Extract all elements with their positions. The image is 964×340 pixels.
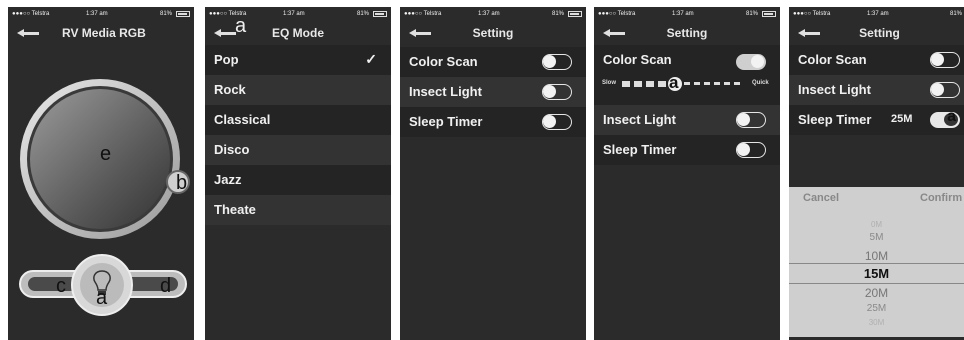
back-arrow-icon[interactable] [16,28,40,38]
page-title: Setting [472,26,514,40]
battery-icon [762,11,776,17]
color-scan-toggle[interactable] [736,54,766,70]
time-label: 1:37 am [478,11,500,17]
battery-label: 81% [356,11,369,17]
page-title: Setting [666,26,708,40]
setting-sleep-timer: Sleep Timer [594,135,780,165]
time-label: 1:37 am [867,11,889,17]
eq-item-rock[interactable]: Rock [205,75,391,105]
timer-picker: Cancel Confirm 0M 5M 10M 15M 20M 25M 30M [789,187,964,337]
carrier-label: ●●●○○ Telstra [12,11,50,17]
setting-sleep-timer: Sleep Timer 25M a [789,105,964,135]
annotation-d: d [160,275,172,297]
status-bar: ●●●○○ Telstra 1:37 am 81% [789,7,964,21]
picker-option[interactable]: 10M [789,249,964,263]
sleep-timer-toggle[interactable] [542,114,572,130]
setting-insect-light: Insect Light [789,75,964,105]
battery-icon [176,11,190,17]
sleep-timer-toggle[interactable] [736,142,766,158]
time-label: 1:37 am [86,11,108,17]
status-bar: ●●●○○ Telstra 1:37 am 81% [8,7,194,21]
annotation-c: c [56,275,66,297]
eq-mode-screen: ●●●○○ Telstra 1:37 am 81% a EQ Mode Pop … [205,7,391,340]
annotation-a: a [947,108,956,125]
time-label: 1:37 am [283,11,305,17]
battery-label: 81% [159,11,172,17]
setting-color-scan-screen: ●●●○○ Telstra 1:37 am 81% Setting Color … [594,7,780,340]
setting-screen: ●●●○○ Telstra 1:37 am 81% Setting Color … [400,7,586,340]
setting-insect-light: Insect Light [594,105,780,135]
slider-slow-label: Slow [602,80,617,86]
eq-item-jazz[interactable]: Jazz [205,165,391,195]
carrier-label: ●●●○○ Telstra [598,11,636,17]
battery-icon [568,11,582,17]
picker-option[interactable]: 30M [789,318,964,327]
annotation-a: a [669,73,679,92]
battery-icon [373,11,387,17]
nav-bar: Setting [789,21,964,45]
sleep-timer-value: 25M [891,113,913,125]
carrier-label: ●●●○○ Telstra [404,11,442,17]
eq-item-theate[interactable]: Theate [205,195,391,225]
picker-option[interactable]: 0M [789,220,964,229]
page-title: EQ Mode [271,26,324,40]
nav-bar: RV Media RGB [8,21,194,45]
eq-item-pop[interactable]: Pop ✓ [205,45,391,75]
nav-bar: Setting [594,21,780,45]
eq-item-disco[interactable]: Disco [205,135,391,165]
color-scan-toggle[interactable] [930,52,960,68]
picker-option-selected[interactable]: 15M [789,266,964,281]
insect-light-toggle[interactable] [736,112,766,128]
picker-cancel-button[interactable]: Cancel [803,192,839,204]
setting-sleep-timer-screen: ●●●○○ Telstra 1:37 am 81% Setting Color … [789,7,964,340]
speed-slider[interactable] [622,77,750,91]
nav-bar: Setting [400,21,586,45]
picker-option[interactable]: 25M [789,303,964,314]
checkmark-icon: ✓ [365,51,377,67]
picker-option[interactable]: 5M [789,232,964,243]
color-wheel[interactable] [10,77,194,257]
page-title: Setting [859,26,900,40]
page-title: RV Media RGB [62,26,146,40]
setting-insect-light: Insect Light [400,77,586,107]
battery-label: 81% [949,11,962,17]
time-label: 1:37 am [672,11,694,17]
insect-light-toggle[interactable] [542,84,572,100]
annotation-b: b [176,172,188,194]
setting-color-scan: Color Scan Slow Quick a [594,45,780,105]
eq-item-classical[interactable]: Classical [205,105,391,135]
color-scan-toggle[interactable] [542,54,572,70]
insect-light-toggle[interactable] [930,82,960,98]
setting-sleep-timer: Sleep Timer [400,107,586,137]
nav-bar: a EQ Mode [205,15,391,45]
battery-label: 81% [551,11,564,17]
status-bar: ●●●○○ Telstra 1:37 am 81% [594,7,780,21]
picker-option[interactable]: 20M [789,286,964,300]
slider-quick-label: Quick [752,80,769,86]
rgb-screen: ●●●○○ Telstra 1:37 am 81% RV Media RGB e… [8,7,194,340]
setting-color-scan: Color Scan [789,45,964,75]
picker-selection-line-bottom [789,283,964,284]
status-bar: ●●●○○ Telstra 1:37 am 81% [400,7,586,21]
picker-selection-line-top [789,263,964,264]
annotation-a: a [96,287,108,309]
carrier-label: ●●●○○ Telstra [793,11,831,17]
battery-label: 81% [745,11,758,17]
picker-confirm-button[interactable]: Confirm [920,192,962,204]
status-bar: ●●●○○ Telstra 1:37 am 81% [205,7,391,21]
setting-color-scan: Color Scan [400,47,586,77]
annotation-e: e [100,143,112,165]
